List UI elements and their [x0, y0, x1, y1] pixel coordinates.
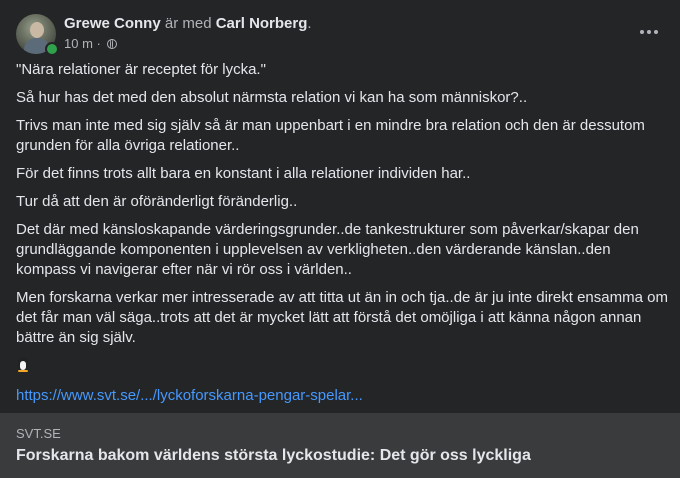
more-dot-icon [654, 30, 658, 34]
paragraph: "Nära relationer är receptet för lycka." [16, 61, 266, 78]
paragraph: Men forskarna verkar mer intresserade av… [16, 289, 668, 346]
more-options-button[interactable] [634, 22, 664, 42]
meta-separator: · [96, 36, 101, 51]
post-meta: 10 m · [64, 36, 117, 52]
paragraph: För det finns trots allt bara en konstan… [16, 165, 471, 182]
paragraph: Tur då att den är oföränderligt föränder… [16, 193, 298, 210]
preview-domain: SVT.SE [16, 426, 61, 441]
post-body: "Nära relationer är receptet för lycka."… [16, 60, 668, 414]
post-header: Grewe Conny är med Carl Norberg. 10 m · [16, 12, 664, 56]
globe-icon [106, 39, 117, 49]
tagged-name[interactable]: Carl Norberg [216, 15, 308, 32]
author-name[interactable]: Grewe Conny [64, 15, 161, 32]
post-time[interactable]: 10 m [64, 36, 93, 51]
title-tail: . [307, 15, 312, 32]
paragraph: Så hur has det med den absolut närmsta r… [16, 89, 528, 106]
penguin-emoji-icon [16, 356, 30, 372]
with-text: är med [164, 15, 212, 32]
post-title: Grewe Conny är med Carl Norberg. [64, 14, 312, 34]
paragraph: Det där med känsloskapande värderingsgru… [16, 221, 639, 278]
online-status-icon [45, 42, 59, 56]
more-dot-icon [647, 30, 651, 34]
article-link[interactable]: https://www.svt.se/.../lyckoforskarna-pe… [16, 387, 363, 404]
post-card: Grewe Conny är med Carl Norberg. 10 m · … [0, 0, 680, 478]
link-preview-card[interactable]: SVT.SE Forskarna bakom världens största … [0, 413, 680, 478]
more-dot-icon [640, 30, 644, 34]
avatar-face [30, 22, 44, 38]
paragraph: Trivs man inte med sig själv så är man u… [16, 117, 645, 154]
link-line: https://www.svt.se/.../lyckoforskarna-pe… [16, 386, 668, 406]
preview-headline[interactable]: Forskarna bakom världens största lyckost… [16, 445, 531, 467]
emoji-line [16, 356, 668, 378]
